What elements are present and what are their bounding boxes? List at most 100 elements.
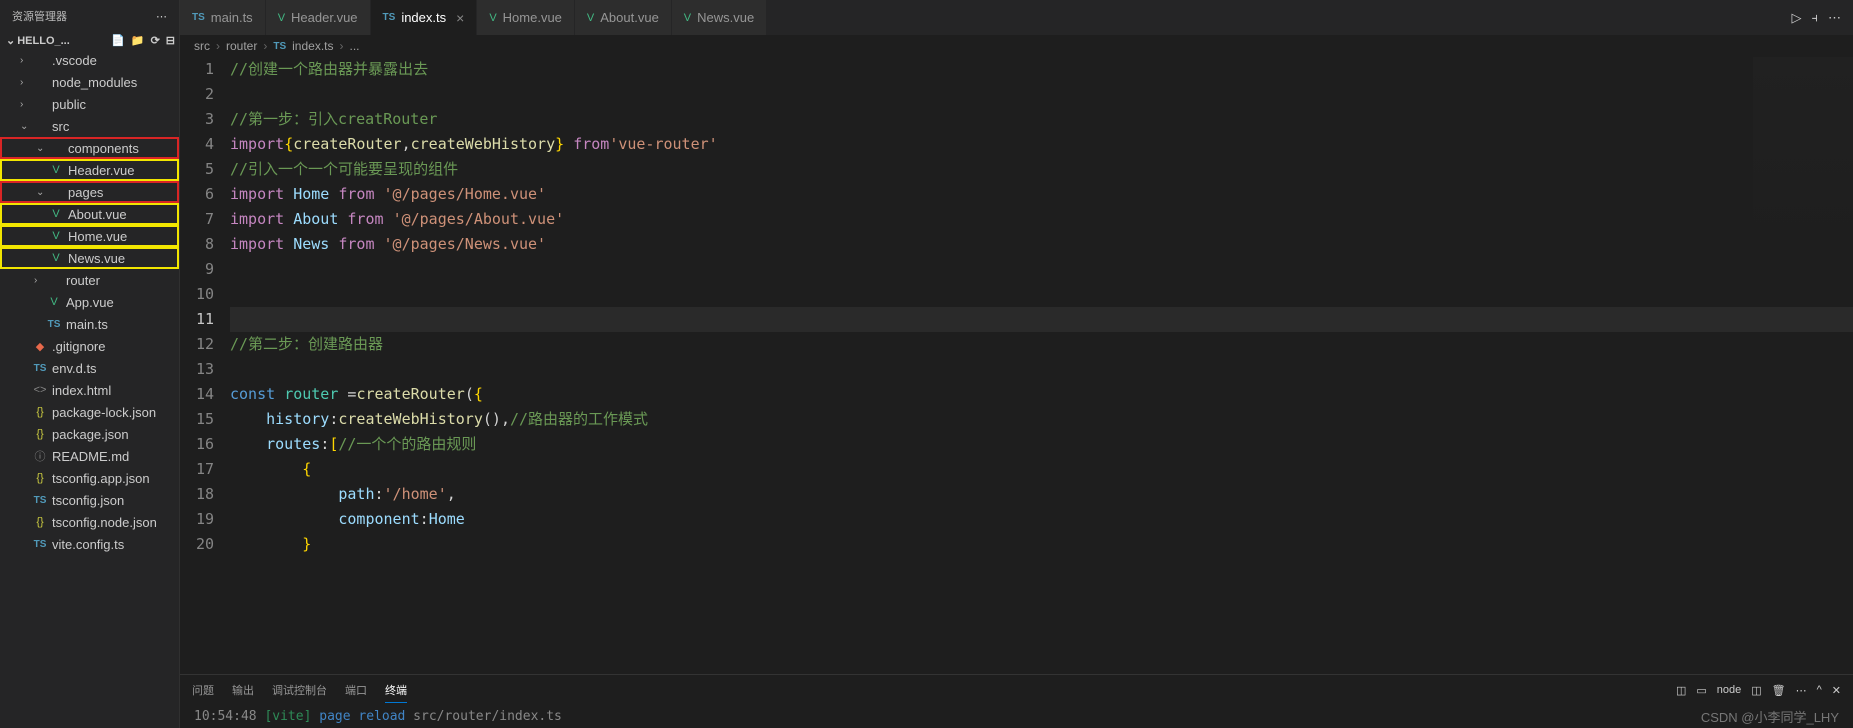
panel-layout-icon[interactable]: ◫ xyxy=(1676,684,1686,697)
tab-label: News.vue xyxy=(697,10,754,25)
code-lines[interactable]: //创建一个路由器并暴露出去 //第一步：引入creatRouterimport… xyxy=(230,57,1853,674)
code-line[interactable]: routes:[//一个个的路由规则 xyxy=(230,432,1853,457)
tree-item[interactable]: ›router xyxy=(0,269,179,291)
tree-item[interactable]: ›node_modules xyxy=(0,71,179,93)
editor-tab[interactable]: V About.vue xyxy=(575,0,672,35)
tree-item[interactable]: ◆.gitignore xyxy=(0,335,179,357)
file-icon: {} xyxy=(32,472,48,484)
code-line[interactable] xyxy=(230,357,1853,382)
tree-item[interactable]: ⌄components xyxy=(0,137,179,159)
terminal-msg: page reload xyxy=(319,709,405,724)
ts-icon: TS xyxy=(273,41,286,52)
minimap[interactable] xyxy=(1753,57,1853,257)
code-editor[interactable]: 1234567891011121314151617181920 //创建一个路由… xyxy=(180,57,1853,674)
code-line[interactable]: component:Home xyxy=(230,507,1853,532)
editor-tab[interactable]: TSmain.ts xyxy=(180,0,266,35)
code-line[interactable]: import News from '@/pages/News.vue' xyxy=(230,232,1853,257)
code-line[interactable]: history:createWebHistory(),//路由器的工作模式 xyxy=(230,407,1853,432)
panel-tab[interactable]: 问题 xyxy=(192,678,214,702)
tree-item[interactable]: TSenv.d.ts xyxy=(0,357,179,379)
code-line[interactable]: //创建一个路由器并暴露出去 xyxy=(230,57,1853,82)
code-line[interactable] xyxy=(230,307,1853,332)
tree-item[interactable]: VNews.vue xyxy=(0,247,179,269)
tree-item[interactable]: <>index.html xyxy=(0,379,179,401)
code-line[interactable]: //引入一个一个可能要呈现的组件 xyxy=(230,157,1853,182)
file-icon: {} xyxy=(32,406,48,418)
tree-item[interactable]: V Header.vue xyxy=(0,159,179,181)
code-line[interactable]: import Home from '@/pages/Home.vue' xyxy=(230,182,1853,207)
new-file-icon[interactable]: 📄 xyxy=(111,34,125,47)
explorer-title: 资源管理器 xyxy=(12,8,67,24)
tree-item[interactable]: TSvite.config.ts xyxy=(0,533,179,555)
code-line[interactable]: //第一步：引入creatRouter xyxy=(230,107,1853,132)
tree-item[interactable]: VApp.vue xyxy=(0,291,179,313)
code-line[interactable]: import About from '@/pages/About.vue' xyxy=(230,207,1853,232)
tree-item[interactable]: {}tsconfig.node.json xyxy=(0,511,179,533)
trash-icon[interactable]: 🗑 xyxy=(1772,684,1786,697)
more-icon[interactable]: ⋯ xyxy=(156,10,167,23)
code-line[interactable]: { xyxy=(230,457,1853,482)
terminal-output[interactable]: 10:54:48 [vite] page reload src/router/i… xyxy=(180,705,1853,728)
tree-item[interactable]: ⌄pages xyxy=(0,181,179,203)
collapse-icon[interactable]: ⊟ xyxy=(166,34,175,47)
panel-tab[interactable]: 输出 xyxy=(232,678,254,702)
breadcrumbs[interactable]: src›router›TS index.ts›... xyxy=(180,35,1853,57)
file-icon: TS xyxy=(32,495,48,506)
file-icon: {} xyxy=(32,428,48,440)
editor-tab[interactable]: TSindex.ts× xyxy=(371,0,478,35)
more-terminal-icon[interactable]: ⋯ xyxy=(1796,684,1807,697)
split-terminal-icon[interactable]: ◫ xyxy=(1751,684,1761,697)
file-icon: V xyxy=(48,164,64,176)
terminal-profile-icon[interactable]: ▭ xyxy=(1696,684,1706,697)
tree-item[interactable]: ›public xyxy=(0,93,179,115)
tree-item-label: .gitignore xyxy=(52,339,105,354)
code-line[interactable] xyxy=(230,82,1853,107)
run-icon[interactable]: ▷ xyxy=(1792,10,1802,26)
new-folder-icon[interactable]: 📁 xyxy=(131,34,145,47)
code-line[interactable]: //第二步：创建路由器 xyxy=(230,332,1853,357)
code-line[interactable] xyxy=(230,282,1853,307)
line-gutter: 1234567891011121314151617181920 xyxy=(180,57,230,674)
code-line[interactable] xyxy=(230,257,1853,282)
tab-icon: V xyxy=(587,12,594,24)
breadcrumb-item[interactable]: ... xyxy=(350,39,360,53)
refresh-icon[interactable]: ⟳ xyxy=(151,34,160,47)
file-icon: V xyxy=(48,208,64,220)
panel-close-icon[interactable]: ✕ xyxy=(1832,684,1841,697)
editor-tab[interactable]: VNews.vue xyxy=(672,0,767,35)
editor-tab[interactable]: VHome.vue xyxy=(477,0,575,35)
tree-item[interactable]: ⓘREADME.md xyxy=(0,445,179,467)
code-line[interactable]: import{createRouter,createWebHistory} fr… xyxy=(230,132,1853,157)
code-line[interactable]: path:'/home', xyxy=(230,482,1853,507)
panel-tab[interactable]: 调试控制台 xyxy=(272,678,327,702)
breadcrumb-item[interactable]: index.ts xyxy=(292,39,333,53)
tree-item[interactable]: VAbout.vue xyxy=(0,203,179,225)
panel-tabs: 问题输出调试控制台端口终端 ◫ ▭ node ◫ 🗑 ⋯ ^ ✕ xyxy=(180,675,1853,705)
tree-item[interactable]: ⌄src xyxy=(0,115,179,137)
tree-item[interactable]: ›.vscode xyxy=(0,49,179,71)
breadcrumb-item[interactable]: src xyxy=(194,39,210,53)
code-line[interactable]: } xyxy=(230,532,1853,557)
panel-tab[interactable]: 终端 xyxy=(385,678,407,703)
panel-up-icon[interactable]: ^ xyxy=(1817,684,1822,696)
tree-item-label: router xyxy=(66,273,100,288)
editor-tab[interactable]: VHeader.vue xyxy=(266,0,371,35)
close-icon[interactable]: × xyxy=(456,10,464,26)
tree-item[interactable]: {}package.json xyxy=(0,423,179,445)
breadcrumb-sep: › xyxy=(216,39,220,53)
line-number: 5 xyxy=(180,157,214,182)
tree-item[interactable]: TSmain.ts xyxy=(0,313,179,335)
tab-label: About.vue xyxy=(600,10,659,25)
tree-item[interactable]: VHome.vue xyxy=(0,225,179,247)
split-editor-icon[interactable]: ⫞ xyxy=(1812,10,1819,26)
editor-area: TSmain.tsVHeader.vueTSindex.ts×VHome.vue… xyxy=(180,0,1853,728)
more-actions-icon[interactable]: ⋯ xyxy=(1828,10,1841,26)
project-header[interactable]: ⌄ HELLO_... 📄 📁 ⟳ ⊟ xyxy=(0,32,179,49)
tree-item-label: Header.vue xyxy=(68,163,135,178)
tree-item[interactable]: {}tsconfig.app.json xyxy=(0,467,179,489)
code-line[interactable]: const router =createRouter({ xyxy=(230,382,1853,407)
breadcrumb-item[interactable]: router xyxy=(226,39,257,53)
tree-item[interactable]: TStsconfig.json xyxy=(0,489,179,511)
tree-item[interactable]: {}package-lock.json xyxy=(0,401,179,423)
panel-tab[interactable]: 端口 xyxy=(345,678,367,702)
